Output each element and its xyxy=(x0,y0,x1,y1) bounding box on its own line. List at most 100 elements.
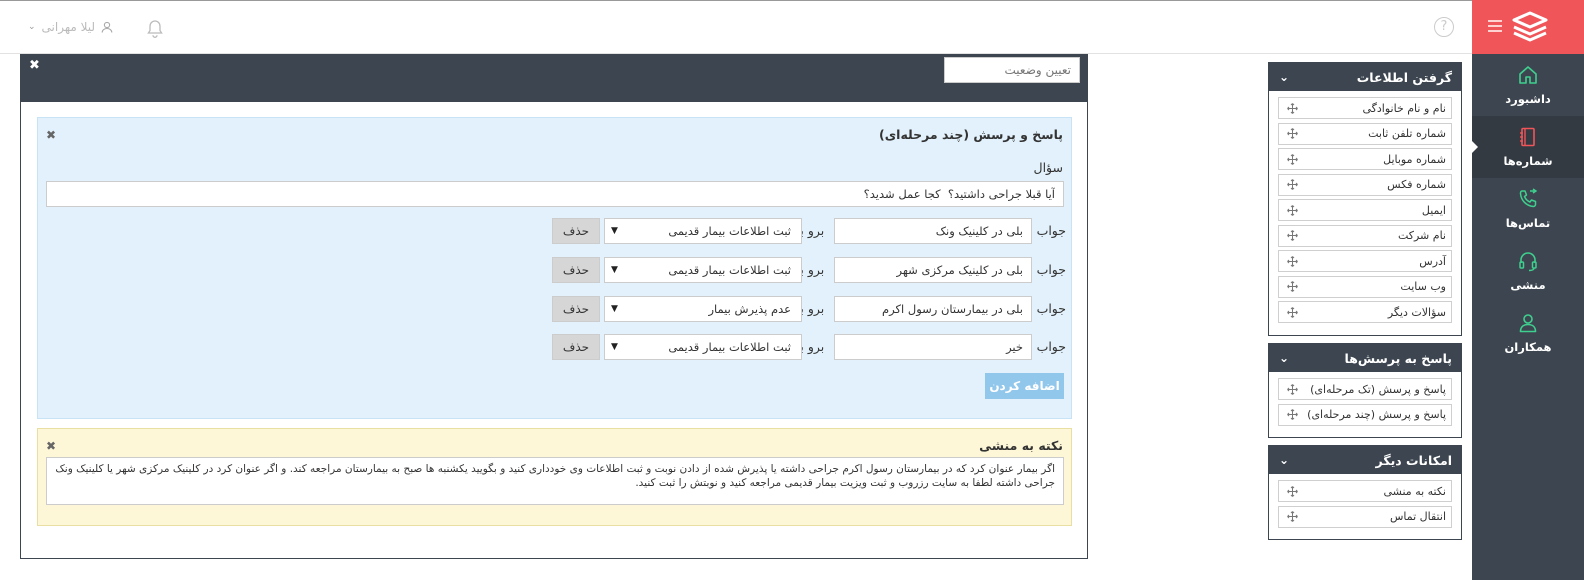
chevron-down-icon: ⌄ xyxy=(1279,351,1290,365)
answer-row: جواببرو به▼ثبت اطلاعات بیمار قدیمیحذف xyxy=(552,257,1066,283)
panel-body: نکته به منشی انتقال تماس xyxy=(1269,474,1461,539)
chevron-down-icon: ⌄ xyxy=(28,22,36,32)
secretary-note-block: ✖ نکته به منشی اگر بیمار عنوان کرد که در… xyxy=(37,428,1072,526)
palette-item-label: شماره تلفن ثابت xyxy=(1368,127,1446,140)
nav-item-secretary[interactable]: منشی xyxy=(1472,240,1584,302)
nav-item-numbers[interactable]: شماره‌ها xyxy=(1471,116,1584,178)
close-icon[interactable]: ✖ xyxy=(29,58,40,73)
phonebook-icon xyxy=(1520,127,1535,147)
user-menu[interactable]: ⌄ لیلا مهرانی xyxy=(28,20,113,34)
palette-item[interactable]: نام و نام خانوادگی xyxy=(1278,97,1452,119)
palette-item[interactable]: انتقال تماس xyxy=(1278,505,1452,528)
nav-item-label: تماس‌ها xyxy=(1505,216,1551,230)
panel-header[interactable]: ⌄ پاسخ به پرسش‌ها xyxy=(1269,344,1461,372)
note-textarea[interactable]: اگر بیمار عنوان کرد که در بیمارستان رسول… xyxy=(46,457,1064,505)
palette-item[interactable]: آدرس xyxy=(1278,250,1452,272)
move-icon xyxy=(1287,153,1298,165)
delete-answer-button[interactable]: حذف xyxy=(552,296,600,322)
palette-item[interactable]: نکته به منشی xyxy=(1278,480,1452,502)
users-icon xyxy=(1519,314,1537,333)
hamburger-icon[interactable] xyxy=(1488,20,1502,32)
chevron-down-icon: ⌄ xyxy=(1279,453,1290,467)
palette-item[interactable]: پاسخ و پرسش (تک مرحله‌ای) xyxy=(1278,378,1452,400)
goto-select[interactable]: ▼ ثبت اطلاعات بیمار قدیمی xyxy=(604,218,802,244)
palette-item[interactable]: شماره موبایل xyxy=(1278,148,1452,170)
palette-item[interactable]: شماره تلفن ثابت xyxy=(1278,122,1452,145)
answer-row: جواببرو به▼عدم پذیرش بیمارحذف xyxy=(552,296,1066,322)
move-icon xyxy=(1287,485,1298,497)
answer-label: جواب xyxy=(1036,339,1066,354)
question-input[interactable] xyxy=(46,181,1064,207)
logo-area xyxy=(1472,0,1584,54)
nav-item-dashboard[interactable]: داشبورد xyxy=(1472,54,1584,116)
goto-select[interactable]: ▼ ثبت اطلاعات بیمار قدیمی xyxy=(604,334,802,360)
palette-item[interactable]: سؤالات دیگر xyxy=(1278,301,1452,323)
user-name: لیلا مهرانی xyxy=(41,20,96,34)
multi-step-qa-block: ✖ پاسخ و پرسش (چند مرحله‌ای) سؤال جواببر… xyxy=(37,117,1072,419)
delete-answer-button[interactable]: حذف xyxy=(552,334,600,360)
palette-item[interactable]: نام شرکت xyxy=(1278,224,1452,247)
panel-body: نام و نام خانوادگی شماره تلفن ثابت شماره م… xyxy=(1269,91,1461,335)
main-nav: داشبورد شماره‌ها تماس‌ها منشی همکاران xyxy=(1471,0,1584,580)
palette-item-label: وب سایت xyxy=(1400,280,1446,293)
nav-item-calls[interactable]: تماس‌ها xyxy=(1472,178,1584,240)
palette-item-label: نام و نام خانوادگی xyxy=(1362,101,1446,115)
move-icon xyxy=(1287,511,1298,522)
move-icon xyxy=(1287,383,1298,395)
goto-select-value: ثبت اطلاعات بیمار قدیمی xyxy=(668,224,791,238)
delete-answer-button[interactable]: حذف xyxy=(552,257,600,283)
dropdown-arrow-icon: ▼ xyxy=(611,265,618,275)
answer-input[interactable] xyxy=(834,257,1032,283)
panel-title: گرفتن اطلاعات xyxy=(1356,69,1452,85)
palette-item-label: پاسخ و پرسش (تک مرحله‌ای) xyxy=(1310,382,1446,396)
answer-label: جواب xyxy=(1036,223,1066,238)
answer-row: جواببرو به▼ثبت اطلاعات بیمار قدیمیحذف xyxy=(552,218,1066,244)
nav-item-label: شماره‌ها xyxy=(1503,154,1553,168)
palette-item-label: ایمیل xyxy=(1421,203,1446,217)
nav-item-label: منشی xyxy=(1510,278,1546,292)
palette-item[interactable]: وب سایت xyxy=(1278,275,1452,298)
move-icon xyxy=(1287,255,1298,267)
panel-answer-questions: ⌄ پاسخ به پرسش‌ها پاسخ و پرسش (تک مرحله‌… xyxy=(1268,343,1462,438)
move-icon xyxy=(1287,281,1298,292)
panel-title: پاسخ به پرسش‌ها xyxy=(1344,350,1452,366)
answer-input[interactable] xyxy=(834,296,1032,322)
goto-select[interactable]: ▼ ثبت اطلاعات بیمار قدیمی xyxy=(604,257,802,283)
close-icon[interactable]: ✖ xyxy=(46,128,56,142)
panel-collect-info: ⌄ گرفتن اطلاعات نام و نام خانوادگی شماره … xyxy=(1268,62,1462,336)
nav-item-label: همکاران xyxy=(1504,340,1552,354)
palette-item-label: سؤالات دیگر xyxy=(1387,305,1446,319)
palette-item[interactable]: ایمیل xyxy=(1278,199,1452,221)
move-icon xyxy=(1287,306,1298,318)
chevron-down-icon: ⌄ xyxy=(1279,70,1290,84)
palette-item[interactable]: شماره فکس xyxy=(1278,173,1452,196)
phone-call-icon xyxy=(1519,188,1538,208)
goto-select[interactable]: ▼ عدم پذیرش بیمار xyxy=(604,296,802,322)
palette-item[interactable]: پاسخ و پرسش (چند مرحله‌ای) xyxy=(1278,403,1452,426)
help-icon[interactable]: ? xyxy=(1434,17,1454,37)
dropdown-arrow-icon: ▼ xyxy=(611,226,618,236)
editor-header: ✖ xyxy=(21,54,1087,102)
delete-answer-button[interactable]: حذف xyxy=(552,218,600,244)
dropdown-arrow-icon: ▼ xyxy=(611,304,618,314)
status-input[interactable] xyxy=(944,57,1080,83)
panel-header[interactable]: ⌄ گرفتن اطلاعات xyxy=(1269,63,1461,91)
panel-header[interactable]: ⌄ امکانات دیگر xyxy=(1269,446,1461,474)
palette-item-label: آدرس xyxy=(1419,254,1446,268)
bell-icon[interactable] xyxy=(146,19,164,39)
move-icon xyxy=(1287,230,1298,241)
answer-label: جواب xyxy=(1036,301,1066,316)
block-title: نکته به منشی xyxy=(979,438,1063,453)
block-title: پاسخ و پرسش (چند مرحله‌ای) xyxy=(878,127,1063,142)
nav-item-colleagues[interactable]: همکاران xyxy=(1472,302,1584,364)
palette-item-label: پاسخ و پرسش (چند مرحله‌ای) xyxy=(1307,408,1446,421)
home-icon xyxy=(1519,66,1537,84)
user-icon xyxy=(101,21,113,33)
answer-input[interactable] xyxy=(834,334,1032,360)
answer-label: جواب xyxy=(1036,262,1066,277)
dropdown-arrow-icon: ▼ xyxy=(611,342,618,352)
palette-item-label: انتقال تماس xyxy=(1389,510,1446,523)
add-answer-button[interactable]: اضافه کردن xyxy=(985,373,1064,399)
close-icon[interactable]: ✖ xyxy=(46,439,56,453)
answer-input[interactable] xyxy=(834,218,1032,244)
